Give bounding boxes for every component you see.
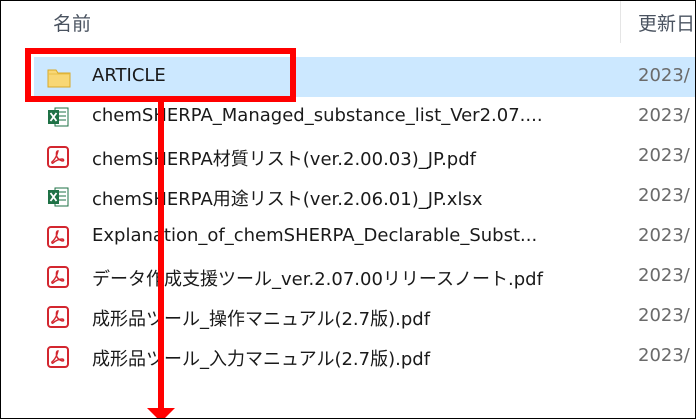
excel-icon bbox=[47, 106, 69, 128]
pdf-icon bbox=[47, 266, 69, 288]
pdf-icon bbox=[47, 346, 69, 368]
file-date: 2023/ bbox=[638, 345, 690, 366]
file-date: 2023/ bbox=[638, 185, 690, 206]
file-name: 成形品ツール_入力マニュアル(2.7版).pdf bbox=[92, 349, 431, 370]
column-header-row: 名前 更新日 bbox=[1, 1, 695, 43]
file-date: 2023/ bbox=[638, 225, 690, 246]
file-name: chemSHERPA材質リスト(ver.2.00.03)_JP.pdf bbox=[92, 149, 476, 170]
file-date: 2023/ bbox=[638, 265, 690, 286]
file-name: 成形品ツール_操作マニュアル(2.7版).pdf bbox=[92, 309, 431, 330]
file-row[interactable]: 成形品ツール_入力マニュアル(2.7版).pdf 2023/ bbox=[34, 337, 695, 377]
file-row[interactable]: chemSHERPA_Managed_substance_list_Ver2.0… bbox=[34, 97, 695, 137]
file-explorer-window: 名前 更新日 ARTICLE 2023/ chemSHERPA_Managed_… bbox=[0, 0, 696, 419]
file-name: chemSHERPA用途リスト(ver.2.06.01)_JP.xlsx bbox=[92, 189, 483, 210]
file-date: 2023/ bbox=[638, 145, 690, 166]
file-row[interactable]: chemSHERPA用途リスト(ver.2.06.01)_JP.xlsx 202… bbox=[34, 177, 695, 217]
file-date: 2023/ bbox=[638, 105, 690, 126]
pdf-icon bbox=[47, 146, 69, 168]
file-row[interactable]: chemSHERPA材質リスト(ver.2.00.03)_JP.pdf 2023… bbox=[34, 137, 695, 177]
annotation-arrow-shaft bbox=[158, 102, 164, 418]
excel-icon bbox=[47, 186, 69, 208]
file-row[interactable]: Explanation_of_chemSHERPA_Declarable_Sub… bbox=[34, 217, 695, 257]
column-divider[interactable] bbox=[620, 1, 621, 43]
file-date: 2023/ bbox=[638, 65, 690, 86]
annotation-arrow-head bbox=[147, 408, 175, 418]
file-row[interactable]: データ作成支援ツール_ver.2.07.00リリースノート.pdf 2023/ bbox=[34, 257, 695, 297]
file-date: 2023/ bbox=[638, 305, 690, 326]
pdf-icon bbox=[47, 226, 69, 248]
file-row[interactable]: 成形品ツール_操作マニュアル(2.7版).pdf 2023/ bbox=[34, 297, 695, 337]
annotation-highlight-box bbox=[25, 48, 296, 102]
date-modified-column-header[interactable]: 更新日 bbox=[638, 9, 695, 36]
name-column-header[interactable]: 名前 bbox=[53, 9, 91, 36]
pdf-icon bbox=[47, 306, 69, 328]
